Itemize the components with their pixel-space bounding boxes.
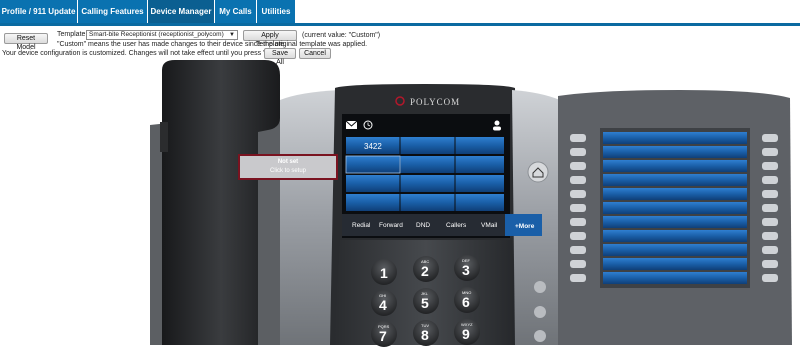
key-4-letters: GHI xyxy=(379,293,386,298)
expansion-side-button xyxy=(570,176,586,184)
key-5-letters: JKL xyxy=(421,291,429,296)
expansion-line-key xyxy=(603,202,747,214)
expansion-side-button xyxy=(762,176,778,184)
key-2-letters: ABC xyxy=(421,259,429,264)
key-9-letters: WXYZ xyxy=(461,322,473,327)
popup-title: Not set xyxy=(277,159,299,165)
expansion-side-button xyxy=(762,246,778,254)
line1-number: 3422 xyxy=(364,142,382,151)
softkey-vmail: VMail xyxy=(481,222,498,229)
expansion-line-key xyxy=(603,146,747,158)
expansion-line-key xyxy=(603,216,747,228)
expansion-side-button xyxy=(762,218,778,226)
phone-illustration: POLYCOM 3422 Redial Forward DND Callers … xyxy=(150,60,792,347)
expansion-line-key xyxy=(603,258,747,270)
expansion-side-button xyxy=(570,274,586,282)
brand-logo: POLYCOM xyxy=(410,97,460,107)
expansion-side-button xyxy=(762,274,778,282)
softkey-more: +More xyxy=(515,223,535,230)
expansion-line-key xyxy=(603,160,747,172)
softkey-redial: Redial xyxy=(352,222,371,229)
expansion-side-button xyxy=(570,148,586,156)
home-icon xyxy=(527,161,549,183)
popup-subtitle: Click to setup xyxy=(269,168,306,174)
softkey-dnd: DND xyxy=(416,222,430,229)
key-7-letters: PQRS xyxy=(378,324,390,329)
expansion-side-button xyxy=(762,260,778,268)
key-8-letters: TUV xyxy=(421,323,429,328)
expansion-side-button xyxy=(762,204,778,212)
line-key-popup[interactable]: Not set Click to setup xyxy=(238,154,338,180)
expansion-line-key xyxy=(603,188,747,200)
softkey-callers: Callers xyxy=(446,222,467,229)
expansion-side-button xyxy=(570,260,586,268)
expansion-side-button xyxy=(762,148,778,156)
expansion-side-button xyxy=(570,204,586,212)
expansion-side-button xyxy=(570,218,586,226)
key-6: 6 xyxy=(462,294,470,310)
key-7: 7 xyxy=(379,328,387,344)
expansion-line-key xyxy=(603,230,747,242)
key-6-letters: MNO xyxy=(462,290,471,295)
key-4: 4 xyxy=(379,297,387,313)
expansion-side-button xyxy=(570,162,586,170)
expansion-side-button xyxy=(762,232,778,240)
expansion-line-key xyxy=(603,132,747,144)
key-3: 3 xyxy=(462,262,470,278)
key-2: 2 xyxy=(421,263,429,279)
expansion-side-button xyxy=(762,134,778,142)
expansion-side-button xyxy=(762,162,778,170)
expansion-side-button xyxy=(570,134,586,142)
key-9: 9 xyxy=(462,326,470,342)
expansion-line-key xyxy=(603,272,747,284)
key-1: 1 xyxy=(380,265,388,281)
user-icon xyxy=(494,120,500,126)
expansion-side-button xyxy=(570,190,586,198)
expansion-side-button xyxy=(570,246,586,254)
expansion-side-button xyxy=(762,190,778,198)
expansion-side-button xyxy=(570,232,586,240)
key-3-letters: DEF xyxy=(462,258,471,263)
softkey-forward: Forward xyxy=(379,222,403,229)
expansion-line-key xyxy=(603,244,747,256)
expansion-line-key xyxy=(603,174,747,186)
key-5: 5 xyxy=(421,295,429,311)
key-8: 8 xyxy=(421,327,429,343)
